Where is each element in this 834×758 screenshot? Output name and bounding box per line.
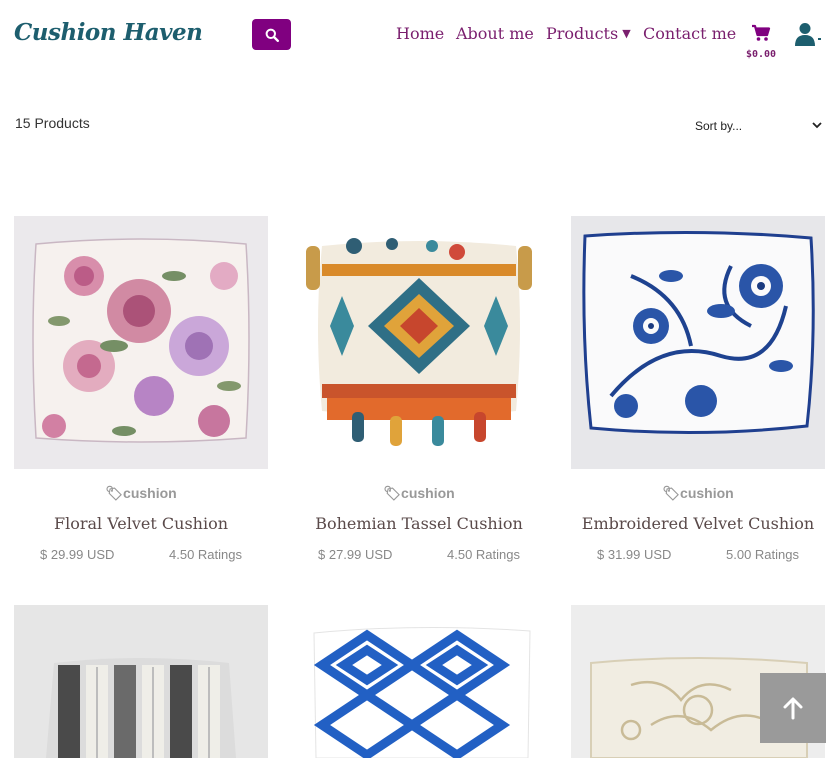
- user-icon: [795, 23, 821, 46]
- main-nav: Home About me Products ▼ Contact me: [0, 24, 834, 48]
- product-name[interactable]: Embroidered Velvet Cushion: [571, 514, 825, 533]
- product-price: $ 27.99 USD: [318, 547, 393, 562]
- product-card[interactable]: [292, 605, 546, 758]
- sort-select[interactable]: Sort by...: [692, 117, 826, 137]
- tag-icon: 🏷: [105, 485, 124, 501]
- user-menu[interactable]: [795, 22, 827, 48]
- nav-item-about[interactable]: About me: [456, 24, 534, 43]
- nav-item-home[interactable]: Home: [396, 24, 444, 43]
- product-rating: 4.50 Ratings: [169, 547, 242, 562]
- cart-button[interactable]: $0.00: [741, 24, 781, 60]
- product-card[interactable]: [14, 605, 268, 758]
- product-image-knit[interactable]: [14, 605, 268, 758]
- back-to-top-button[interactable]: [760, 673, 826, 743]
- product-card[interactable]: 🏷cushion Bohemian Tassel Cushion $ 27.99…: [292, 216, 546, 562]
- product-image-floral[interactable]: [14, 216, 268, 469]
- product-count: 15 Products: [15, 115, 90, 131]
- product-tag[interactable]: 🏷cushion: [14, 485, 268, 502]
- nav-item-products[interactable]: Products ▼: [546, 24, 631, 43]
- product-tag[interactable]: 🏷cushion: [292, 485, 546, 502]
- sort-selected-value: Sort by...: [695, 119, 743, 133]
- nav-item-contact[interactable]: Contact me: [643, 24, 736, 43]
- tag-icon: 🏷: [383, 485, 402, 501]
- product-image-embroidered[interactable]: [571, 216, 825, 469]
- cart-icon: [752, 24, 771, 41]
- chevron-down-icon: [812, 122, 822, 129]
- product-rating: 4.50 Ratings: [447, 547, 520, 562]
- product-tag[interactable]: 🏷cushion: [571, 485, 825, 502]
- product-card[interactable]: 🏷cushion Floral Velvet Cushion $ 29.99 U…: [14, 216, 268, 562]
- site-header: Cushion Haven Home About me Products ▼ Co…: [0, 0, 834, 70]
- product-image-bohemian[interactable]: [292, 216, 546, 469]
- caret-down-icon: ▼: [622, 27, 631, 40]
- product-rating: 5.00 Ratings: [726, 547, 799, 562]
- product-name[interactable]: Bohemian Tassel Cushion: [292, 514, 546, 533]
- product-price: $ 31.99 USD: [597, 547, 672, 562]
- arrow-up-icon: [783, 697, 803, 720]
- tag-icon: 🏷: [662, 485, 681, 501]
- product-card[interactable]: 🏷cushion Embroidered Velvet Cushion $ 31…: [571, 216, 825, 562]
- cart-total: $0.00: [745, 49, 777, 60]
- product-image-geometric[interactable]: [292, 605, 546, 758]
- nav-item-products-label: Products: [546, 24, 619, 43]
- product-price: $ 29.99 USD: [40, 547, 115, 562]
- product-name[interactable]: Floral Velvet Cushion: [14, 514, 268, 533]
